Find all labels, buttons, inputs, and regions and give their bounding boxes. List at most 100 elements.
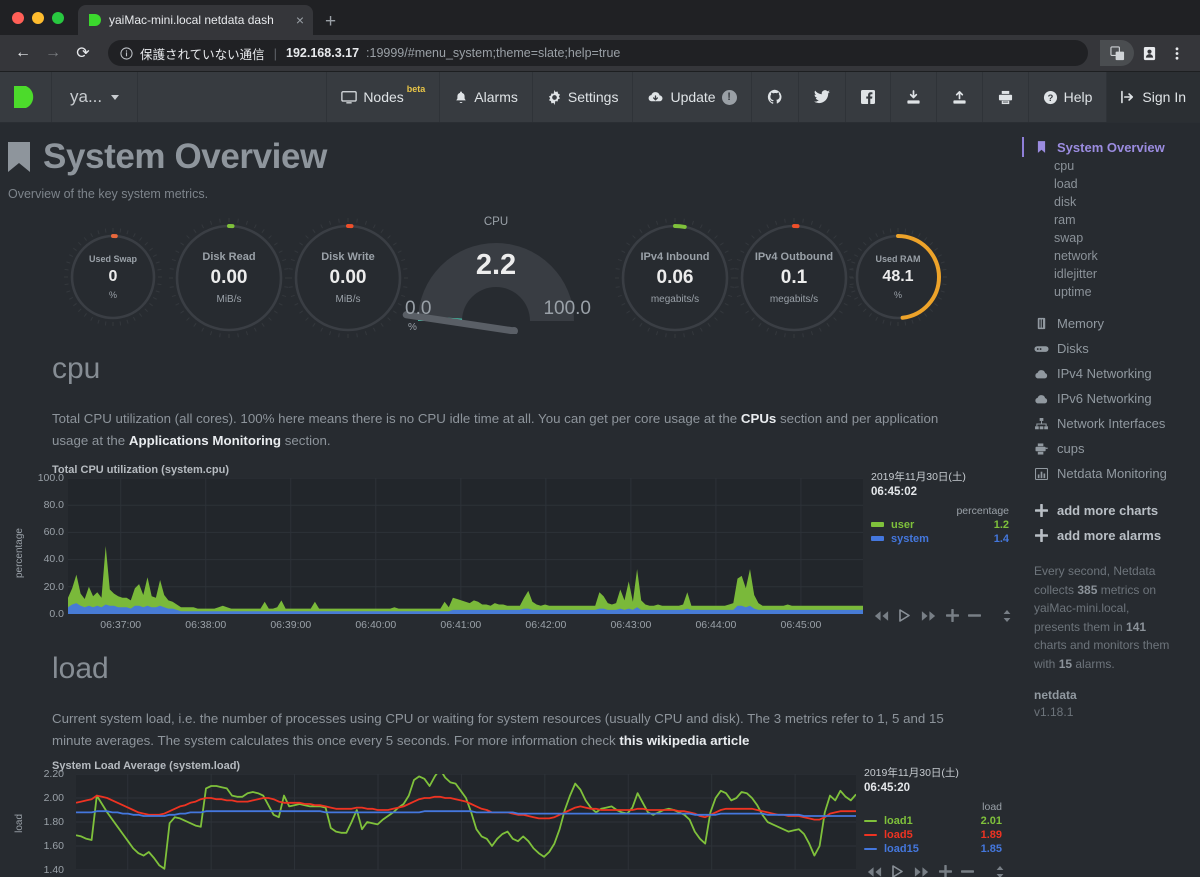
nav-item-import[interactable] (891, 72, 937, 122)
chart-plot-area[interactable] (68, 477, 863, 614)
gauge-disk-write[interactable]: Disk Write 0.00 MiB/s (287, 217, 409, 339)
sidebar-item-cpu[interactable]: cpu (1022, 157, 1200, 175)
sidebar-item-cups[interactable]: cups (1022, 436, 1200, 461)
nav-item-help[interactable]: ? Help (1029, 72, 1108, 122)
chart-plot-area[interactable] (76, 773, 856, 870)
rewind-icon[interactable] (873, 610, 890, 622)
nav-item-settings[interactable]: Settings (533, 72, 634, 122)
fast-forward-icon[interactable] (920, 610, 937, 622)
sidebar-item-network[interactable]: network (1022, 247, 1200, 265)
gauge-disk-read[interactable]: Disk Read 0.00 MiB/s (168, 217, 290, 339)
sidebar-info-number: 385 (1077, 582, 1098, 597)
translate-icon[interactable] (1100, 40, 1134, 66)
resize-icon[interactable] (1002, 609, 1012, 623)
gauge-units: MiB/s (335, 294, 361, 305)
x-axis-tick: 06:42:00 (525, 618, 567, 631)
gauge-label: Disk Write (321, 251, 375, 263)
description-text: Total CPU utilization (all cores). 100% … (52, 411, 741, 426)
netdata-logo-link[interactable] (0, 72, 52, 122)
inline-link[interactable]: Applications Monitoring (129, 433, 281, 448)
browser-tab[interactable]: yaiMac-mini.local netdata dash × (78, 5, 313, 35)
legend-time: 06:45:02 (871, 485, 918, 498)
inline-link[interactable]: CPUs (741, 411, 776, 426)
gauge-units: MiB/s (216, 294, 242, 305)
minus-icon[interactable] (968, 609, 981, 622)
legend-row-load15[interactable]: load15 1.85 (864, 843, 1002, 855)
close-window-button[interactable] (12, 11, 24, 24)
right-sidebar: System Overview cpu load disk ram swap networ… (1012, 123, 1200, 877)
legend-row-load5[interactable]: load5 1.89 (864, 829, 1002, 841)
resize-icon[interactable] (995, 865, 1005, 877)
nav-item-github[interactable] (752, 72, 799, 122)
nav-item-nodes[interactable]: Nodes beta (327, 72, 441, 122)
info-circle-icon[interactable] (120, 46, 133, 60)
sidebar-item-load[interactable]: load (1022, 175, 1200, 193)
nav-item-print[interactable] (983, 72, 1029, 122)
sidebar-item-network-interfaces[interactable]: Network Interfaces (1022, 411, 1200, 436)
gauge-ipv4-outbound[interactable]: IPv4 Outbound 0.1 megabits/s (733, 217, 855, 339)
inline-link[interactable]: this wikipedia article (619, 733, 749, 748)
nav-item-update[interactable]: Update ! (633, 72, 752, 122)
reload-button[interactable]: ⟳ (70, 40, 96, 66)
profile-icon[interactable] (1136, 40, 1162, 66)
sidebar-item-memory[interactable]: Memory (1022, 311, 1200, 336)
gauge-value: 0.06 (656, 267, 694, 288)
gauge-used-swap[interactable]: Used Swap 0 % (63, 227, 163, 327)
section-load-title: load (52, 651, 109, 685)
chart-system-cpu[interactable]: Total CPU utilization (system.cpu) percen… (0, 464, 1012, 634)
back-button[interactable]: ← (10, 40, 36, 66)
sidebar-version: v1.18.1 (1034, 704, 1074, 719)
sidebar-item-system-overview[interactable]: System Overview (1022, 137, 1200, 157)
nav-item-alarms[interactable]: Alarms (440, 72, 533, 122)
kebab-menu-icon[interactable] (1164, 40, 1190, 66)
sidebar-item-idlejitter[interactable]: idlejitter (1022, 265, 1200, 283)
plus-icon[interactable] (946, 609, 959, 623)
sidebar-item-disks[interactable]: Disks (1022, 336, 1200, 361)
x-axis-tick: 06:43:00 (610, 618, 652, 631)
sidebar-item-ipv4-networking[interactable]: IPv4 Networking (1022, 361, 1200, 386)
sidebar-item-ipv6-networking[interactable]: IPv6 Networking (1022, 386, 1200, 411)
sidebar-item-ram[interactable]: ram (1022, 211, 1200, 229)
fast-forward-icon[interactable] (913, 866, 930, 877)
nav-item-signin[interactable]: Sign In (1107, 72, 1200, 122)
chart-controls (866, 865, 1005, 877)
sidebar-item-netdata-monitoring[interactable]: Netdata Monitoring (1022, 461, 1200, 486)
sidebar-action-add-more-alarms[interactable]: add more alarms (1022, 523, 1200, 548)
hostname-dropdown[interactable]: ya... (52, 72, 139, 122)
new-tab-button[interactable]: + (325, 12, 336, 31)
address-bar[interactable]: 保護されていない通信 | 192.168.3.17 :19999/#menu_s… (108, 40, 1088, 66)
sidebar-action-label: add more charts (1057, 503, 1159, 518)
forward-button[interactable]: → (40, 40, 66, 66)
sidebar-action-add-more-charts[interactable]: add more charts (1022, 498, 1200, 523)
chart-system-load[interactable]: System Load Average (system.load) load 1.4… (0, 760, 1012, 877)
sidebar-item-swap[interactable]: swap (1022, 229, 1200, 247)
legend-row-system[interactable]: system 1.4 (871, 533, 1009, 545)
play-icon[interactable] (899, 609, 911, 623)
legend-row-user[interactable]: user 1.2 (871, 519, 1009, 531)
sidebar-item-disk[interactable]: disk (1022, 193, 1200, 211)
gauge-label: IPv4 Inbound (640, 251, 710, 263)
hostname-label: ya... (70, 87, 103, 106)
gauge-value: 0.1 (780, 267, 808, 288)
maximize-window-button[interactable] (52, 11, 64, 24)
nav-item-facebook[interactable] (846, 72, 891, 122)
sidebar-item-uptime[interactable]: uptime (1022, 283, 1200, 301)
gauge-label: Used RAM (875, 254, 921, 264)
update-warning-badge: ! (721, 89, 737, 105)
nav-item-twitter[interactable] (799, 72, 846, 122)
play-icon[interactable] (892, 865, 904, 877)
plus-icon[interactable] (939, 865, 952, 877)
sidebar-item-label: Netdata Monitoring (1057, 466, 1167, 481)
minimize-window-button[interactable] (32, 11, 44, 24)
gauge-used-ram[interactable]: Used RAM 48.1 % (848, 227, 948, 327)
legend-row-load1[interactable]: load1 2.01 (864, 815, 1002, 827)
tab-close-icon[interactable]: × (293, 13, 307, 27)
window-controls[interactable] (8, 0, 72, 35)
gauge-ipv4-inbound[interactable]: IPv4 Inbound 0.06 megabits/s (614, 217, 736, 339)
rewind-icon[interactable] (866, 866, 883, 877)
minus-icon[interactable] (961, 865, 974, 877)
legend-time: 06:45:20 (864, 781, 911, 794)
legend-series-value: 1.89 (980, 828, 1002, 841)
nav-item-export[interactable] (937, 72, 983, 122)
gauge-cpu[interactable]: CPU 2.2 0.0 % 100.0 (396, 209, 596, 335)
